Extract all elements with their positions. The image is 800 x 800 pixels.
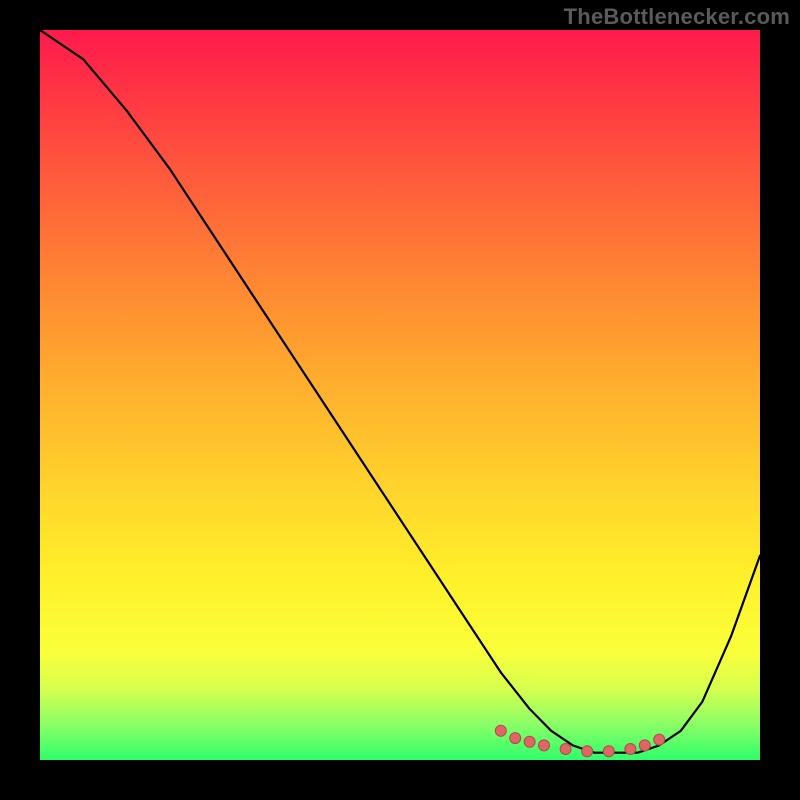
marker-point xyxy=(639,740,650,751)
chart-overlay xyxy=(40,30,760,760)
marker-point xyxy=(539,740,550,751)
marker-point xyxy=(524,736,535,747)
marker-point xyxy=(495,725,506,736)
plot-area xyxy=(40,30,760,760)
marker-point xyxy=(625,744,636,755)
chart-frame: TheBottlenecker.com xyxy=(0,0,800,800)
marker-point xyxy=(510,733,521,744)
marker-point xyxy=(560,744,571,755)
marker-point xyxy=(603,746,614,757)
watermark-text: TheBottlenecker.com xyxy=(564,4,790,30)
bottleneck-curve xyxy=(40,30,760,753)
marker-point xyxy=(582,746,593,757)
marker-point xyxy=(654,734,665,745)
